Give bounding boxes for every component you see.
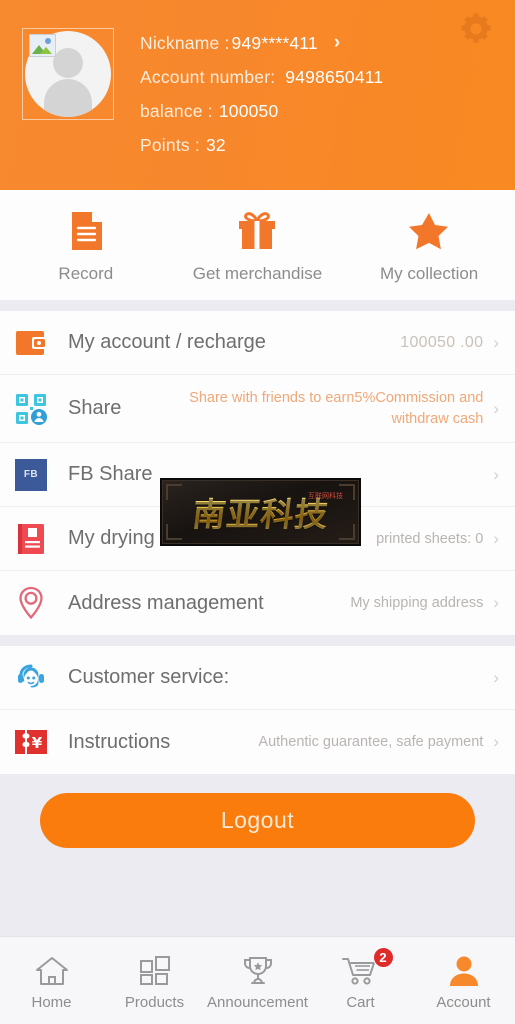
coupon-yen-icon: ¥	[14, 725, 48, 759]
menu-row-value: Share with friends to earn5%Commission a…	[189, 389, 484, 427]
gear-icon[interactable]	[459, 12, 493, 46]
nav-item-home[interactable]: Home	[0, 951, 103, 1011]
nav-item-account[interactable]: Account	[412, 951, 515, 1011]
watermark-subtext: 互联网科技	[308, 492, 343, 500]
page-filler	[0, 866, 515, 936]
menu-row-label: Customer service:	[68, 666, 230, 688]
nickname-row[interactable]: Nickname : 949****411 ›	[140, 26, 383, 60]
home-icon	[35, 951, 69, 991]
menu-row-label: Share	[68, 397, 122, 419]
menu-row-label: My account / recharge	[68, 331, 266, 353]
bottom-navigation: Home Products Announcement 2 Cart Accoun…	[0, 936, 515, 1024]
nav-item-label: Announcement	[207, 993, 308, 1011]
gift-icon	[236, 210, 278, 252]
avatar[interactable]	[22, 28, 114, 120]
logout-button[interactable]: Logout	[40, 792, 475, 848]
svg-text:¥: ¥	[32, 734, 43, 752]
menu-row-value: My shipping address	[350, 595, 484, 611]
broken-image-icon	[29, 34, 56, 57]
nav-item-label: Products	[124, 993, 185, 1011]
cart-icon: 2	[341, 946, 394, 991]
person-icon	[447, 951, 481, 991]
balance-label: balance :	[140, 101, 213, 121]
wallet-icon	[14, 326, 48, 360]
menu-group-primary: My account / recharge 100050 .00 › Share…	[0, 311, 515, 635]
menu-row-instructions[interactable]: ¥ Instructions Authentic guarantee, safe…	[0, 710, 515, 774]
nav-item-label: Cart	[346, 993, 375, 1011]
quick-action-record[interactable]: Record	[1, 210, 171, 284]
menu-row-label: FB Share	[68, 463, 153, 485]
app-screen: Nickname : 949****411 › Account number: …	[0, 0, 515, 1024]
facebook-icon: FB	[14, 458, 48, 492]
points-value: 32	[205, 135, 226, 155]
menu-row-value: 100050 .00	[400, 333, 484, 351]
account-number-value: 9498650411	[285, 67, 384, 87]
quick-action-label: My collection	[380, 264, 479, 283]
nav-item-label: Account	[436, 993, 491, 1011]
list-book-icon	[14, 522, 48, 556]
nav-item-cart[interactable]: 2 Cart	[309, 946, 412, 1011]
menu-row-value: printed sheets: 0	[376, 530, 484, 547]
menu-row-value: Authentic guarantee, safe payment	[258, 734, 484, 750]
quick-action-label: Get merchandise	[192, 264, 323, 283]
menu-row-customer-service[interactable]: Customer service: ›	[0, 646, 515, 710]
menu-row-share[interactable]: Share Share with friends to earn5%Commis…	[0, 375, 515, 443]
account-number-label: Account number:	[140, 67, 276, 87]
star-icon	[408, 210, 450, 252]
watermark-overlay: 南亚科技 互联网科技	[160, 478, 361, 546]
facebook-icon-label: FB	[15, 458, 47, 491]
balance-value: 100050	[218, 101, 279, 121]
points-row: Points : 32	[140, 128, 383, 162]
balance-row: balance : 100050	[140, 94, 383, 128]
chevron-right-icon: ›	[493, 732, 499, 751]
nickname-value: 949****411	[231, 33, 318, 53]
trophy-icon	[241, 951, 275, 991]
section-divider	[0, 300, 515, 311]
grid-products-icon	[138, 951, 172, 991]
chevron-right-icon: ›	[493, 667, 499, 687]
profile-header: Nickname : 949****411 › Account number: …	[0, 0, 515, 190]
location-pin-icon	[14, 586, 48, 620]
cart-badge: 2	[372, 946, 394, 968]
menu-row-address-management[interactable]: Address management My shipping address ›	[0, 571, 515, 635]
quick-action-get-merchandise[interactable]: Get merchandise	[173, 210, 343, 284]
profile-info: Nickname : 949****411 › Account number: …	[140, 22, 383, 162]
chevron-right-icon: ›	[493, 593, 499, 612]
avatar-head	[53, 48, 83, 78]
quick-action-label: Record	[58, 264, 114, 283]
nav-item-products[interactable]: Products	[103, 951, 206, 1011]
logout-area: Logout	[0, 774, 515, 866]
menu-row-label: Address management	[68, 591, 264, 614]
quick-actions-bar: Record Get merchandise My collection	[0, 190, 515, 300]
section-divider	[0, 635, 515, 646]
qrcode-share-icon	[14, 392, 48, 426]
chevron-right-icon: ›	[493, 398, 499, 418]
menu-group-secondary: Customer service: › ¥ Instructions Authe…	[0, 646, 515, 774]
account-number-row: Account number: 9498650411	[140, 60, 383, 94]
nav-item-label: Home	[31, 993, 72, 1011]
avatar-body	[44, 79, 92, 117]
nickname-label: Nickname :	[140, 33, 230, 53]
chevron-right-icon: ›	[493, 332, 499, 352]
quick-action-my-collection[interactable]: My collection	[344, 210, 514, 284]
menu-row-label: Instructions	[68, 730, 171, 753]
chevron-right-icon[interactable]: ›	[334, 26, 341, 60]
document-icon	[69, 210, 103, 252]
nav-item-announcement[interactable]: Announcement	[206, 951, 309, 1011]
menu-row-my-account-recharge[interactable]: My account / recharge 100050 .00 ›	[0, 311, 515, 375]
points-label: Points :	[140, 135, 200, 155]
headset-support-icon	[14, 661, 48, 695]
chevron-right-icon: ›	[493, 464, 499, 484]
chevron-right-icon: ›	[493, 528, 499, 548]
